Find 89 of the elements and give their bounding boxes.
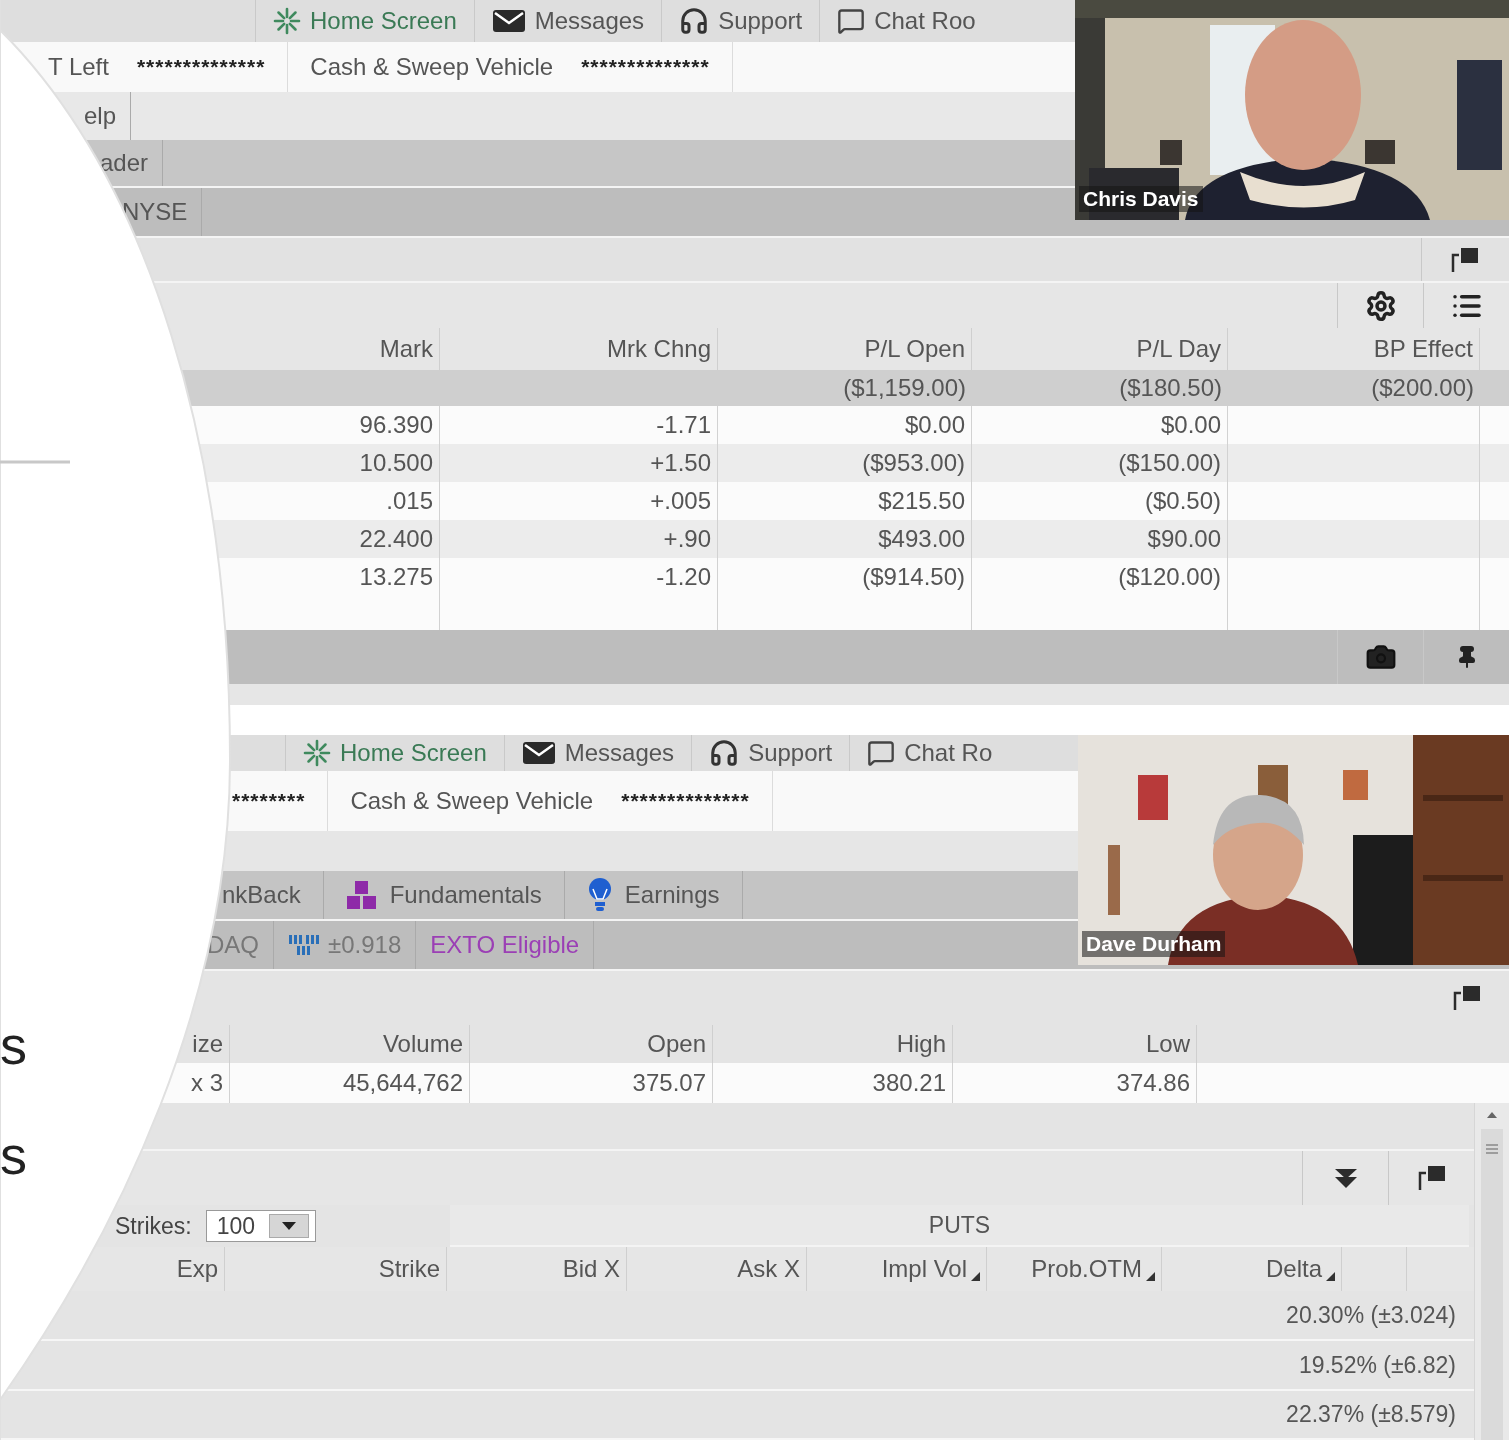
table-cell: 375.07 — [632, 1069, 706, 1097]
text-fragment: s — [0, 1015, 27, 1075]
table-cell: ($150.00) — [1118, 449, 1221, 477]
masked-value: ************** — [136, 55, 266, 79]
participant-name: Chris Davis — [1079, 186, 1203, 212]
table-cell: 374.86 — [1116, 1069, 1190, 1097]
masked-value: ************** — [621, 789, 750, 813]
account-label: Cash & Sweep Vehicle — [350, 787, 594, 815]
bars-icon — [288, 933, 320, 957]
column-header[interactable]: P/L Day — [1136, 335, 1221, 363]
settings-icon[interactable] — [1364, 289, 1397, 322]
account-label: T Left — [48, 53, 109, 81]
column-header[interactable]: Exp — [176, 1255, 218, 1283]
scroll-up-icon[interactable] — [1486, 1111, 1498, 1119]
sort-marker-icon — [1146, 1272, 1155, 1281]
masked-value: ******** — [232, 789, 306, 813]
column-header[interactable]: ize — [192, 1030, 223, 1058]
masked-value: ************** — [581, 55, 710, 79]
column-header[interactable]: BP Effect — [1373, 335, 1473, 363]
toolbar-tab[interactable]: Fundamentals — [323, 871, 565, 919]
column-header[interactable]: Volume — [382, 1030, 463, 1058]
quote-value: ±0.918 — [328, 931, 402, 959]
column-header[interactable]: Strike — [378, 1255, 440, 1283]
participant-name: Dave Durham — [1082, 931, 1226, 957]
scroll-thumb[interactable] — [1481, 1129, 1503, 1440]
envelope-icon — [491, 9, 526, 33]
strikes-dropdown[interactable]: 100 — [205, 1210, 317, 1242]
column-header[interactable]: Bid X — [562, 1255, 620, 1283]
table-cell: 13.275 — [359, 563, 433, 591]
table-cell: $90.00 — [1147, 525, 1221, 553]
table-cell: 96.390 — [359, 411, 433, 439]
account-label: Cash & Sweep Vehicle — [310, 53, 554, 81]
table-cell: 380.21 — [872, 1069, 946, 1097]
column-header[interactable]: Mrk Chng — [606, 335, 711, 363]
table-cell: .015 — [386, 487, 433, 515]
table-cell: +1.50 — [650, 449, 711, 477]
total-cell: ($1,159.00) — [843, 374, 966, 402]
headset-icon — [679, 6, 710, 36]
chat-icon — [867, 739, 896, 767]
popout-icon[interactable] — [1416, 1164, 1447, 1192]
table-cell: -1.71 — [656, 411, 711, 439]
envelope-icon — [521, 741, 556, 765]
chat-icon — [837, 7, 866, 35]
total-cell: ($180.50) — [1119, 374, 1222, 402]
strikes-label: Strikes: — [115, 1212, 192, 1240]
column-header[interactable]: Impl Vol — [881, 1255, 980, 1283]
popout-icon[interactable] — [1451, 984, 1482, 1012]
column-header[interactable]: Ask X — [737, 1255, 800, 1283]
total-cell: ($200.00) — [1371, 374, 1474, 402]
table-cell: $0.00 — [1160, 411, 1221, 439]
starburst-icon — [303, 739, 331, 767]
column-header[interactable]: Prob.OTM — [1031, 1255, 1155, 1283]
table-cell: 22.400 — [359, 525, 433, 553]
sort-marker-icon — [971, 1272, 980, 1281]
table-cell: +.90 — [663, 525, 711, 553]
scrollbar[interactable] — [1474, 1103, 1509, 1440]
table-cell: 19.52% (±6.82) — [1298, 1351, 1456, 1379]
blocks-icon — [345, 880, 378, 910]
table-cell: -1.20 — [656, 563, 711, 591]
status-label: EXTO Eligible — [416, 921, 595, 969]
starburst-icon — [273, 7, 301, 35]
table-cell: ($0.50) — [1144, 487, 1221, 515]
table-cell: $493.00 — [878, 525, 965, 553]
column-header[interactable]: High — [896, 1030, 946, 1058]
table-cell: ($953.00) — [862, 449, 965, 477]
dropdown-arrow-icon — [281, 1221, 298, 1231]
table-cell: $0.00 — [904, 411, 965, 439]
lightbulb-icon — [586, 877, 613, 913]
table-cell: x 3 — [191, 1069, 223, 1097]
text-fragment: s — [0, 1125, 27, 1185]
column-header[interactable]: P/L Open — [864, 335, 965, 363]
table-cell: 10.500 — [359, 449, 433, 477]
headset-icon — [709, 738, 740, 768]
sort-marker-icon — [1326, 1272, 1335, 1281]
table-cell: ($120.00) — [1118, 563, 1221, 591]
group-header: PUTS — [928, 1211, 991, 1239]
column-header[interactable]: Delta — [1265, 1255, 1335, 1283]
toolbar-tab[interactable]: Earnings — [564, 871, 743, 919]
grip-icon — [1485, 1143, 1499, 1155]
table-cell: +.005 — [650, 487, 711, 515]
table-cell: ($914.50) — [862, 563, 965, 591]
table-cell: 20.30% (±3.024) — [1286, 1301, 1456, 1329]
column-header[interactable]: Open — [647, 1030, 706, 1058]
column-header[interactable]: Low — [1145, 1030, 1190, 1058]
table-cell: $215.50 — [878, 487, 965, 515]
popout-icon[interactable] — [1449, 245, 1480, 274]
table-cell: 45,644,762 — [342, 1069, 463, 1097]
column-header[interactable]: Mark — [379, 335, 433, 363]
table-cell: 22.37% (±8.579) — [1286, 1401, 1456, 1428]
